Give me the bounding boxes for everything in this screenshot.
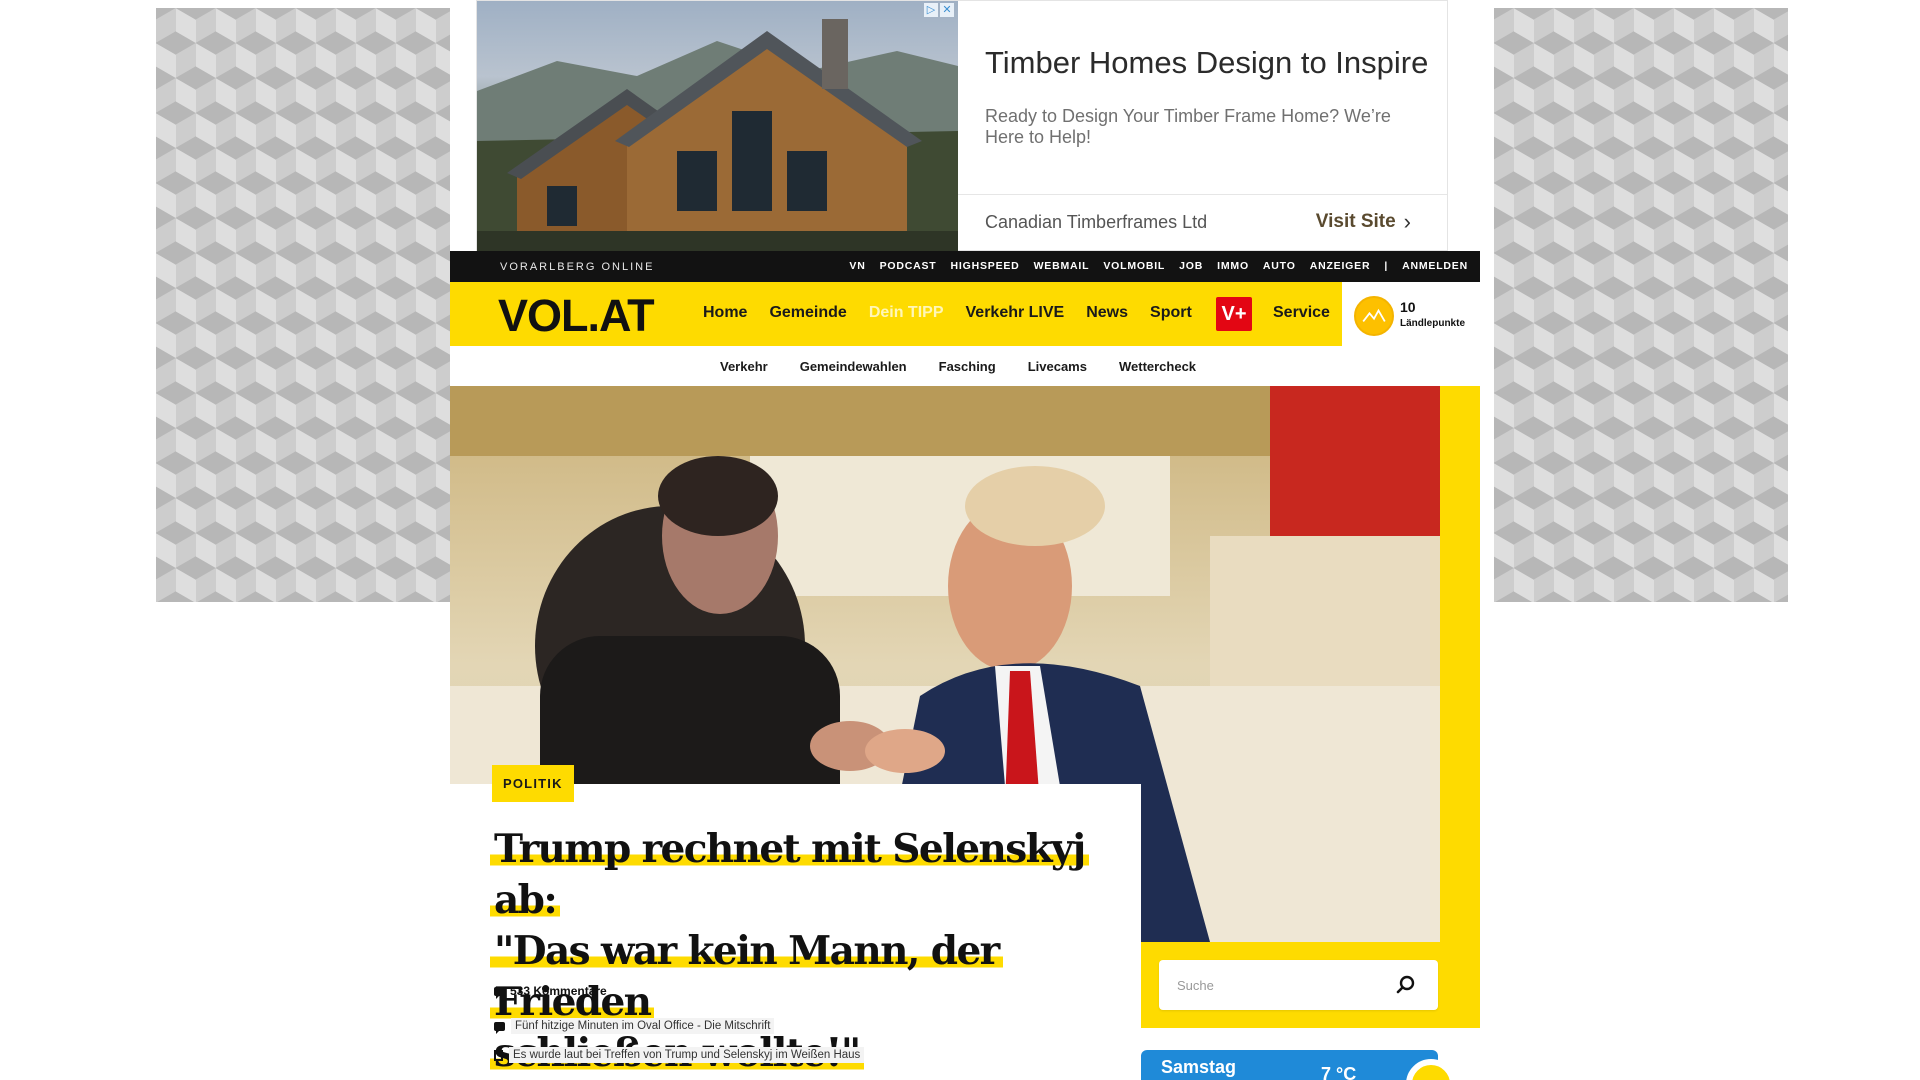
sub-nav: Verkehr Gemeindewahlen Fasching Livecams… [450,346,1480,386]
vplus-button[interactable]: V+ [1216,297,1252,331]
weather-day: Samstag [1161,1057,1237,1077]
ad-description: Ready to Design Your Timber Frame Home? … [985,106,1391,147]
related-link-text: Fünf hitzige Minuten im Oval Office - Di… [511,1018,775,1034]
related-link[interactable]: Es wurde laut bei Treffen von Trump und … [494,1047,865,1063]
nav-gemeinde[interactable]: Gemeinde [769,304,846,322]
main-header: VOL.AT Home Gemeinde Dein TIPP Verkehr L… [450,282,1480,346]
subnav-fasching[interactable]: Fasching [939,359,996,374]
nav-dein-tipp[interactable]: Dein TIPP [869,304,944,322]
nav-sport[interactable]: Sport [1150,304,1192,322]
ad-info-icon[interactable]: ▷ [924,3,938,17]
related-link[interactable]: Fünf hitzige Minuten im Oval Office - Di… [494,1018,775,1034]
ad-choices[interactable]: ▷ ✕ [924,3,954,17]
ad-cta-label: Visit Site [1315,211,1396,232]
headline-line-2: "Das war kein Mann, der Frieden [490,928,1003,1025]
article-headline[interactable]: Trump rechnet mit Selenskyj ab: "Das war… [490,824,1130,1079]
nav-service[interactable]: Service [1273,304,1330,322]
background-pattern-right [1494,8,1788,602]
headline-line-1: Trump rechnet mit Selenskyj ab: [490,826,1089,923]
weather-widget[interactable]: Samstag 7 °C [1141,1050,1438,1080]
nav-verkehr-live[interactable]: Verkehr LIVE [966,304,1065,322]
topbar-link-vn[interactable]: VN [849,260,865,272]
mountain-coin-icon [1354,296,1394,336]
topbar-link-highspeed[interactable]: HIGHSPEED [951,260,1020,272]
weather-temperature: 7 °C [1321,1064,1357,1080]
topbar-link-volmobil[interactable]: VOLMOBIL [1103,260,1165,272]
topbar-link-immo[interactable]: IMMO [1217,260,1249,272]
chevron-right-icon: › [1403,209,1411,234]
nav-news[interactable]: News [1086,304,1128,322]
topbar-link-webmail[interactable]: WEBMAIL [1034,260,1090,272]
topbar-link-job[interactable]: JOB [1179,260,1203,272]
topbar-link-anmelden[interactable]: ANMELDEN [1402,260,1468,272]
topbar-link-anzeiger[interactable]: ANZEIGER [1310,260,1371,272]
ad-image[interactable]: ▷ ✕ [477,1,958,252]
site-logo[interactable]: VOL.AT [498,290,655,342]
ad-close-icon[interactable]: ✕ [940,3,954,17]
points-label: Ländlepunkte [1400,318,1466,329]
subnav-livecams[interactable]: Livecams [1028,359,1087,374]
subnav-gemeindewahlen[interactable]: Gemeindewahlen [800,359,907,374]
topbar-link-auto[interactable]: AUTO [1263,260,1296,272]
related-link-text: Es wurde laut bei Treffen von Trump und … [509,1047,865,1063]
search-input[interactable] [1159,960,1379,1010]
advertisement[interactable]: ▷ ✕ Timber Homes Design to Inspire Ready… [476,0,1448,252]
subnav-verkehr[interactable]: Verkehr [720,359,768,374]
subnav-wettercheck[interactable]: Wettercheck [1119,359,1196,374]
ad-visit-site-button[interactable]: Visit Site › [1316,209,1411,235]
topbar-separator: | [1384,260,1389,272]
background-pattern-left [156,8,450,602]
lead-article: POLITIK Trump rechnet mit Selenskyj ab: … [450,765,1141,1080]
main-nav: Home Gemeinde Dein TIPP Verkehr LIVE New… [703,304,1192,322]
topbar-links: VN PODCAST HIGHSPEED WEBMAIL VOLMOBIL JO… [849,260,1468,272]
search-box [1159,960,1438,1010]
comment-icon [494,1021,505,1034]
document-icon [494,1049,503,1061]
comments-count: 533 Kommentare [510,984,607,998]
points-count: 10 [1400,299,1416,315]
subnav-items: Verkehr Gemeindewahlen Fasching Livecams… [720,359,1196,374]
search-icon[interactable] [1396,975,1416,995]
ad-title[interactable]: Timber Homes Design to Inspire [985,45,1428,81]
comments-link[interactable]: 533 Kommentare [494,984,607,999]
laendlepunkte-widget[interactable]: 10 Ländlepunkte [1342,282,1480,346]
ad-divider [958,194,1447,195]
topbar-link-podcast[interactable]: PODCAST [880,260,937,272]
nav-home[interactable]: Home [703,304,747,322]
category-tag[interactable]: POLITIK [492,765,574,802]
top-bar: VORARLBERG ONLINE VN PODCAST HIGHSPEED W… [450,251,1480,282]
topbar-brand[interactable]: VORARLBERG ONLINE [500,261,654,273]
comment-icon [494,986,505,999]
ad-sponsor: Canadian Timberframes Ltd [985,212,1208,232]
